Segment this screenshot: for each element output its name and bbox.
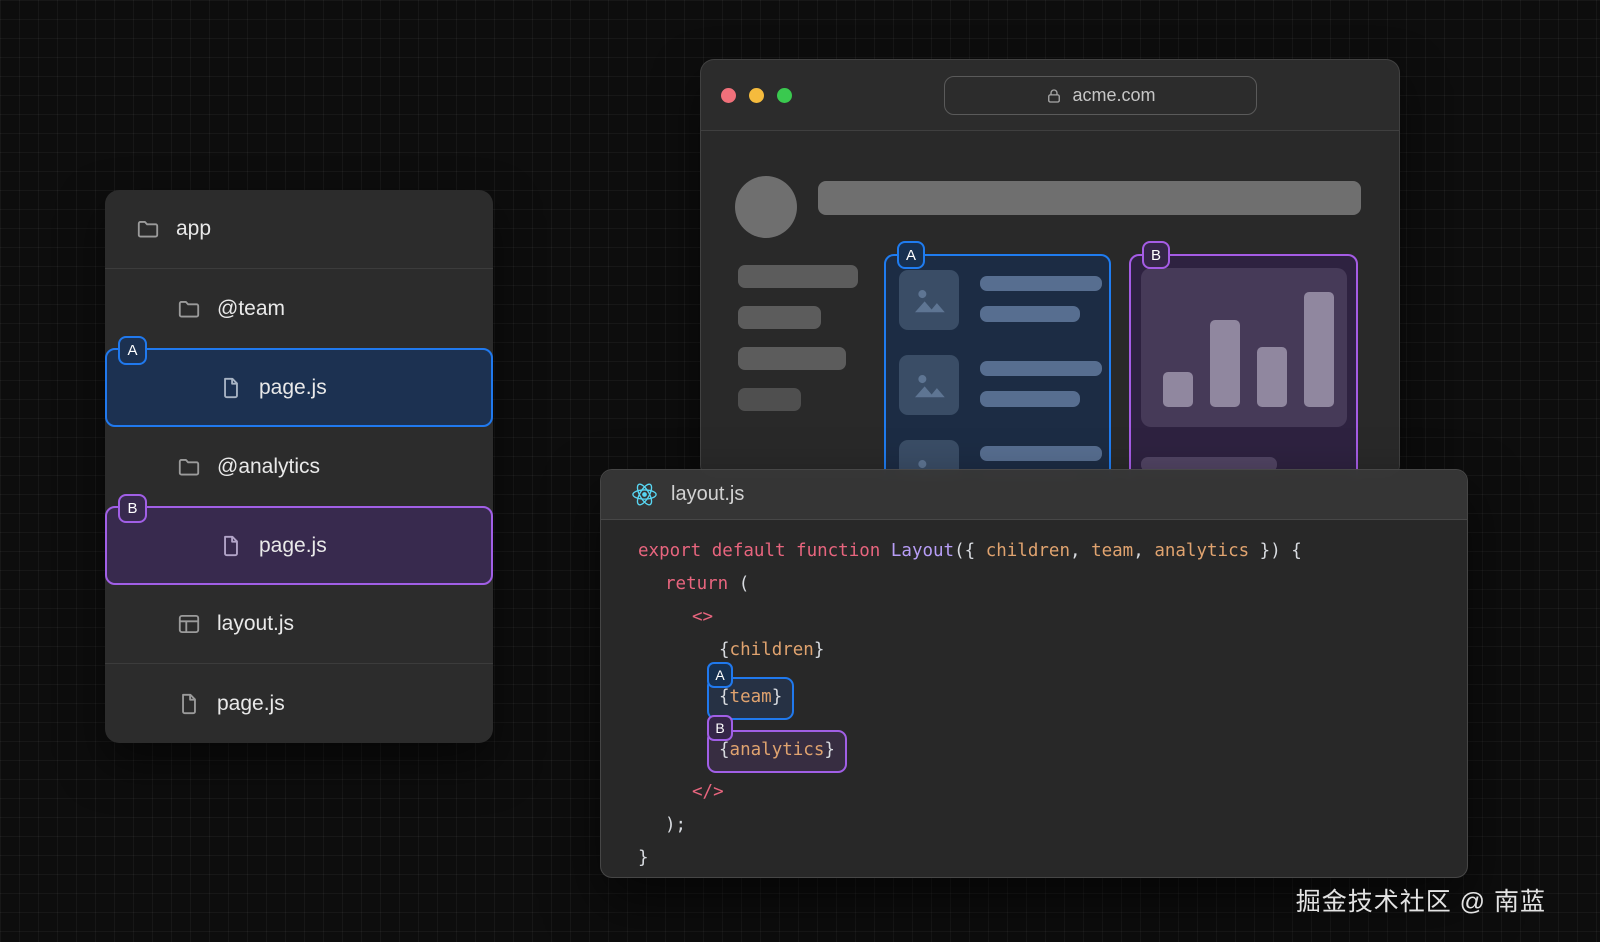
tree-item-page-root[interactable]: page.js xyxy=(105,664,493,743)
chart-bar xyxy=(1163,372,1193,407)
tree-badge-b: B xyxy=(118,494,147,523)
tree-item-label: app xyxy=(176,217,212,240)
code-line: ); xyxy=(665,815,687,835)
file-icon xyxy=(176,691,202,717)
image-placeholder xyxy=(899,270,959,330)
chart-card xyxy=(1141,268,1347,427)
code-block: export default function Layout({ childre… xyxy=(601,520,1467,875)
code-badge-b: B xyxy=(707,715,733,741)
tree-item-label: @team xyxy=(217,296,286,320)
sidebar-skeleton-bar xyxy=(738,306,821,329)
url-bar[interactable]: acme.com xyxy=(944,76,1257,115)
browser-titlebar: acme.com xyxy=(701,60,1399,131)
chart-bar xyxy=(1257,347,1287,407)
code-line: B {analytics} xyxy=(638,715,1467,773)
header-skeleton-bar xyxy=(818,181,1361,215)
tree-item-label: page.js xyxy=(259,533,327,557)
chart-bar xyxy=(1210,320,1240,407)
bar-chart-skeleton xyxy=(1163,292,1334,407)
code-line: <> xyxy=(692,607,714,627)
code-line: </> xyxy=(692,782,724,802)
folder-icon xyxy=(135,216,161,242)
text-skeleton-bar xyxy=(980,391,1080,407)
chart-bar xyxy=(1304,292,1334,407)
code-line: A {team} xyxy=(638,662,1467,720)
folder-icon xyxy=(176,454,202,480)
tree-item-page-team[interactable]: A page.js xyxy=(105,336,493,427)
file-tree-panel: app @team A page.js @analytics B page.js… xyxy=(105,190,493,743)
tree-badge-a: A xyxy=(118,336,147,365)
image-icon xyxy=(915,375,945,398)
list-item xyxy=(899,355,1102,415)
tree-item-team[interactable]: @team xyxy=(105,269,493,348)
panel-badge-a: A xyxy=(897,241,925,269)
react-icon xyxy=(631,481,658,508)
panel-badge-b: B xyxy=(1142,241,1170,269)
tree-item-label: @analytics xyxy=(217,454,321,478)
tree-item-app[interactable]: app xyxy=(105,190,493,269)
editor-title: layout.js xyxy=(671,483,745,505)
file-icon xyxy=(218,533,244,559)
code-badge-a: A xyxy=(707,662,733,688)
editor-header: layout.js xyxy=(601,470,1467,520)
text-skeleton-bar xyxy=(980,446,1102,461)
tree-item-layout[interactable]: layout.js xyxy=(105,585,493,664)
code-highlight-b: B {analytics} xyxy=(707,715,847,773)
code-editor-window: layout.js export default function Layout… xyxy=(600,469,1468,878)
tree-item-label: layout.js xyxy=(217,612,295,635)
code-line: return ( xyxy=(665,574,750,594)
slot-panel-analytics: B xyxy=(1129,241,1358,478)
traffic-light-close-icon[interactable] xyxy=(721,88,736,103)
browser-content: A B xyxy=(701,131,1399,478)
avatar xyxy=(735,176,797,238)
tree-item-label: page.js xyxy=(217,691,285,715)
image-placeholder xyxy=(899,355,959,415)
tree-item-page-analytics[interactable]: B page.js xyxy=(105,494,493,585)
folder-icon xyxy=(176,296,202,322)
layout-icon xyxy=(176,611,202,637)
code-line: export default function Layout({ childre… xyxy=(638,541,1302,561)
file-icon xyxy=(218,375,244,401)
sidebar-skeleton-bar xyxy=(738,347,846,370)
traffic-light-zoom-icon[interactable] xyxy=(777,88,792,103)
text-skeleton-bar xyxy=(980,306,1080,322)
watermark: 掘金技术社区 @ 南蓝 xyxy=(1295,888,1546,916)
traffic-light-minimize-icon[interactable] xyxy=(749,88,764,103)
image-icon xyxy=(915,290,945,313)
tree-item-label: page.js xyxy=(259,375,327,399)
slot-panel-team: A xyxy=(884,241,1111,478)
tree-item-analytics[interactable]: @analytics xyxy=(105,427,493,506)
sidebar-skeleton-bar xyxy=(738,388,801,411)
url-text: acme.com xyxy=(1072,85,1156,105)
lock-icon xyxy=(1045,87,1063,105)
browser-window: acme.com A B xyxy=(700,59,1400,479)
text-skeleton-bar xyxy=(980,361,1102,376)
feed-list xyxy=(899,270,1102,478)
sidebar-skeleton-bar xyxy=(738,265,858,288)
code-line: {children} xyxy=(719,640,825,660)
code-line: } xyxy=(638,848,649,868)
list-item xyxy=(899,270,1102,330)
text-skeleton-bar xyxy=(980,276,1102,291)
